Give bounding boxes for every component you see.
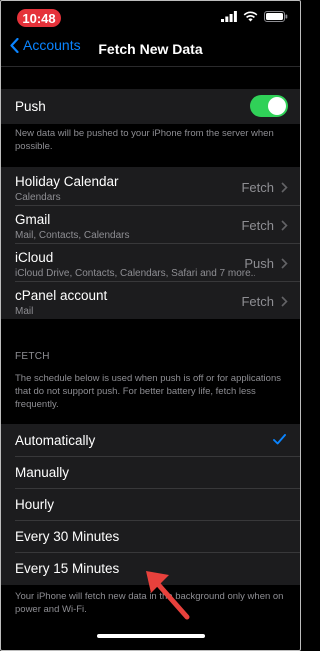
phone-screen: 10:48 Accounts Fetch New Data Push New d… (0, 0, 301, 651)
account-services: Calendars (15, 192, 61, 203)
fetch-option-automatically[interactable]: Automatically (1, 424, 300, 456)
account-services: iCloud Drive, Contacts, Calendars, Safar… (15, 268, 255, 279)
account-fetch-mode: Fetch (241, 180, 274, 195)
fetch-options-group: Automatically Manually Hourly Every 30 M… (1, 424, 300, 585)
account-name: iCloud (15, 250, 54, 265)
fetch-option-hourly[interactable]: Hourly (1, 488, 300, 520)
chevron-right-icon (281, 258, 288, 269)
fetch-option-label: Manually (15, 465, 70, 480)
account-name: cPanel account (15, 288, 108, 303)
push-description: New data will be pushed to your iPhone f… (15, 128, 274, 152)
toggle-knob (268, 97, 286, 115)
chevron-right-icon (281, 220, 288, 231)
account-fetch-mode: Fetch (241, 294, 274, 309)
battery-icon (264, 11, 288, 22)
push-toggle[interactable] (250, 95, 288, 117)
checkmark-icon (273, 434, 286, 445)
page-title: Fetch New Data (98, 41, 203, 57)
account-row-holiday-calendar[interactable]: Holiday Calendar Calendars Fetch (1, 167, 300, 205)
divider (1, 66, 300, 67)
status-time: 10:48 (17, 9, 61, 27)
account-fetch-mode: Push (244, 256, 274, 271)
account-row-cpanel[interactable]: cPanel account Mail Fetch (1, 281, 300, 319)
fetch-option-manually[interactable]: Manually (1, 456, 300, 488)
red-arrow-icon (146, 571, 190, 620)
home-indicator[interactable] (97, 634, 205, 638)
fetch-option-label: Every 15 Minutes (15, 561, 120, 576)
accounts-group: Holiday Calendar Calendars Fetch Gmail M… (1, 167, 300, 319)
status-bar: 10:48 (1, 1, 300, 35)
fetch-option-label: Hourly (15, 497, 55, 512)
account-name: Gmail (15, 212, 51, 227)
fetch-option-label: Automatically (15, 433, 96, 448)
fetch-option-label: Every 30 Minutes (15, 529, 120, 544)
account-row-icloud[interactable]: iCloud iCloud Drive, Contacts, Calendars… (1, 243, 300, 281)
chevron-right-icon (281, 182, 288, 193)
account-services: Mail (15, 306, 34, 317)
chevron-right-icon (281, 296, 288, 307)
account-name: Holiday Calendar (15, 174, 119, 189)
signal-icon (221, 11, 237, 22)
navigation-bar: Accounts Fetch New Data (1, 33, 300, 65)
account-row-gmail[interactable]: Gmail Mail, Contacts, Calendars Fetch (1, 205, 300, 243)
status-icons (221, 11, 288, 22)
push-label: Push (15, 99, 46, 114)
account-fetch-mode: Fetch (241, 218, 274, 233)
fetch-section-header: FETCH (15, 351, 50, 362)
account-services: Mail, Contacts, Calendars (15, 230, 130, 241)
fetch-option-every-30-minutes[interactable]: Every 30 Minutes (1, 520, 300, 552)
wifi-icon (243, 11, 258, 22)
fetch-description: The schedule below is used when push is … (15, 373, 281, 410)
